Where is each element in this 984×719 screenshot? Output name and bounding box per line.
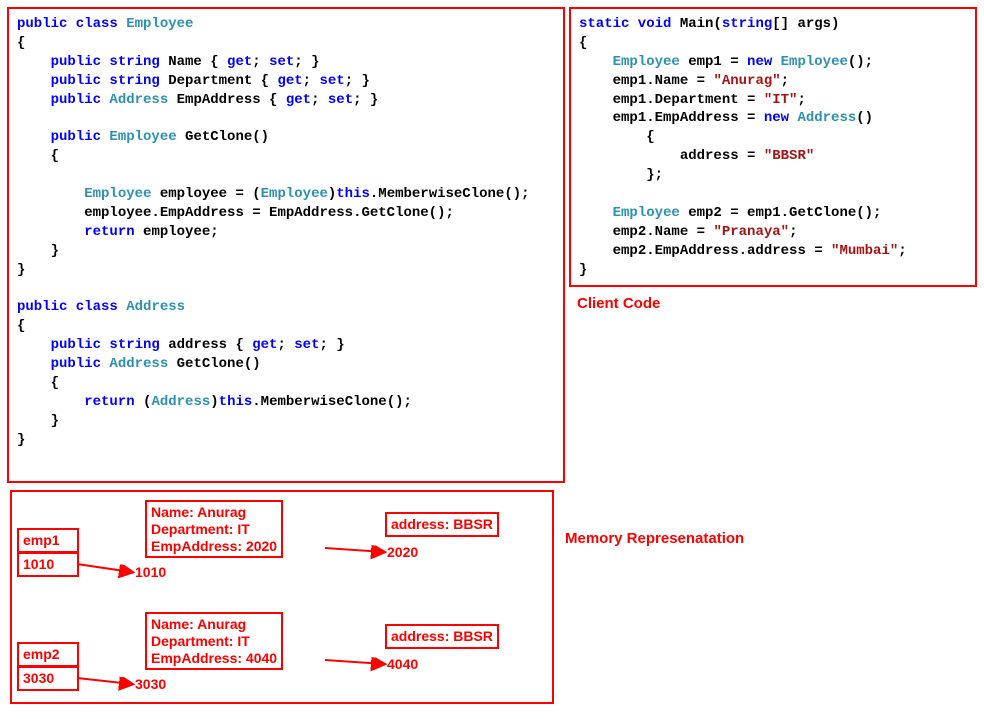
memory-diagram: Memory Represenatation emp1 1010 emp2 30…: [5, 490, 975, 710]
client-code-label: Client Code: [577, 295, 979, 312]
code-row: public class Employee { public string Na…: [5, 5, 979, 485]
client-main-code: static void Main(string[] args) { Employ…: [569, 7, 977, 287]
employee-address-class-code: public class Employee { public string Na…: [7, 7, 565, 483]
arrow-icon: [5, 490, 555, 700]
memory-title: Memory Represenatation: [565, 530, 744, 547]
